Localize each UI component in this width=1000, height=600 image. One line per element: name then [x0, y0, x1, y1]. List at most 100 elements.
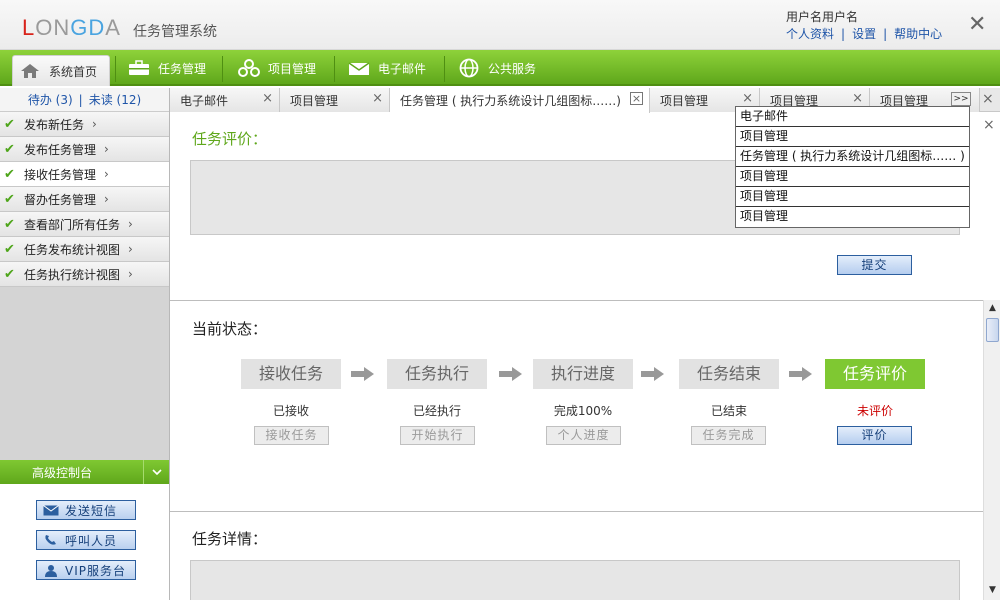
sidebar-counters: 待办 (3) | 未读 (12): [0, 88, 169, 112]
tab-overflow-button[interactable]: >>: [951, 92, 971, 106]
user-icon: [43, 564, 59, 577]
check-icon: ✔: [4, 116, 15, 132]
details-box: [190, 560, 960, 600]
menu-item-received-tasks[interactable]: ✔ 接收任务管理 ›: [0, 162, 169, 187]
tab-close-icon[interactable]: ×: [742, 92, 753, 106]
app-header: LONGDA 任务管理系统 用户名用户名 个人资料 | 设置 | 帮助中心 ✕: [0, 0, 1000, 50]
chevron-right-icon: ›: [92, 117, 97, 131]
arrow-right-icon: [789, 367, 812, 381]
vertical-scrollbar[interactable]: ▲ ▼: [983, 300, 1000, 600]
scroll-up-icon[interactable]: ▲: [986, 302, 999, 315]
username: 用户名用户名: [786, 10, 859, 24]
menu-item-project[interactable]: 项目管理: [736, 207, 969, 227]
receive-task-button: 接收任务: [254, 426, 329, 445]
menu-item-supervised-tasks[interactable]: ✔ 督办任务管理 ›: [0, 187, 169, 212]
step-status-execute: 已经执行: [412, 404, 461, 418]
chevron-right-icon: ›: [128, 267, 133, 281]
arrow-right-icon: [351, 367, 374, 381]
menu-item-publish-stats[interactable]: ✔ 任务发布统计视图 ›: [0, 237, 169, 262]
arrow-right-icon: [499, 367, 522, 381]
step-finish: 任务结束: [679, 359, 779, 389]
menu-item-execution-stats[interactable]: ✔ 任务执行统计视图 ›: [0, 262, 169, 287]
menu-item-published-tasks[interactable]: ✔ 发布任务管理 ›: [0, 137, 169, 162]
task-complete-button: 任务完成: [691, 426, 766, 445]
system-title: 任务管理系统: [133, 24, 217, 40]
menu-item-project[interactable]: 项目管理: [736, 127, 969, 147]
nav-email[interactable]: 电子邮件: [348, 50, 426, 86]
chevron-right-icon: ›: [104, 192, 109, 206]
home-icon: [19, 62, 41, 80]
check-icon: ✔: [4, 241, 15, 257]
evaluate-button[interactable]: 评价: [837, 426, 912, 445]
personal-progress-button: 个人进度: [546, 426, 621, 445]
send-sms-button[interactable]: 发送短信: [36, 500, 136, 520]
check-icon: ✔: [4, 166, 15, 182]
tab-close-icon[interactable]: ×: [372, 92, 383, 106]
call-person-button[interactable]: 呼叫人员: [36, 530, 136, 550]
step-evaluate: 任务评价: [825, 359, 925, 389]
menu-item-project[interactable]: 项目管理: [736, 167, 969, 187]
sidebar: 待办 (3) | 未读 (12) ✔ 发布新任务 › ✔ 发布任务管理 › ✔ 接收任务管…: [0, 88, 170, 600]
start-execution-button: 开始执行: [400, 426, 475, 445]
step-status-evaluate: 未评价: [856, 404, 893, 418]
step-status-receive: 已接收: [272, 404, 309, 418]
status-title: 当前状态：: [192, 320, 268, 338]
arrow-right-icon: [641, 367, 664, 381]
profile-link[interactable]: 个人资料: [786, 27, 834, 41]
chevron-right-icon: ›: [104, 167, 109, 181]
nav-public-services[interactable]: 公共服务: [458, 50, 536, 86]
tab-task-management[interactable]: 任务管理 ( 执行力系统设计几组图标……) ×: [390, 88, 650, 113]
settings-link[interactable]: 设置: [852, 27, 876, 41]
tab-close-icon[interactable]: ×: [852, 92, 863, 106]
tab-email[interactable]: 电子邮件 ×: [170, 88, 280, 112]
unread-link[interactable]: 未读 (12): [89, 91, 141, 108]
logo-letter: D: [88, 15, 106, 40]
step-progress: 执行进度: [533, 359, 633, 389]
chevron-right-icon: ›: [128, 217, 133, 231]
nav-project-management[interactable]: 项目管理: [238, 50, 316, 86]
step-receive: 接收任务: [241, 359, 341, 389]
check-icon: ✔: [4, 141, 15, 157]
main-nav: 系统首页 任务管理 项目管理 电子邮件 公共服务: [0, 50, 1000, 86]
briefcase-icon: [128, 59, 150, 77]
tab-close-icon[interactable]: ×: [630, 92, 643, 105]
todo-link[interactable]: 待办 (3): [28, 91, 73, 108]
chevron-right-icon: ›: [128, 242, 133, 256]
envelope-icon: [43, 504, 59, 516]
user-box: 用户名用户名 个人资料 | 设置 | 帮助中心: [786, 10, 943, 41]
menu-item-department-tasks[interactable]: ✔ 查看部门所有任务 ›: [0, 212, 169, 237]
close-icon[interactable]: ✕: [968, 14, 986, 36]
menu-item-project[interactable]: 项目管理: [736, 187, 969, 207]
menu-item-email[interactable]: 电子邮件: [736, 107, 969, 127]
menu-item-task-management[interactable]: 任务管理 ( 执行力系统设计几组图标…… ): [736, 147, 969, 167]
check-icon: ✔: [4, 216, 15, 232]
advanced-console-panel: 发送短信 呼叫人员 VIP服务台: [0, 484, 169, 600]
chevron-right-icon: ›: [104, 142, 109, 156]
logo: LONGDA: [22, 15, 121, 41]
nav-home[interactable]: 系统首页: [12, 55, 110, 86]
check-icon: ✔: [4, 266, 15, 282]
scroll-down-icon[interactable]: ▼: [986, 584, 999, 597]
tab-project-1[interactable]: 项目管理 ×: [280, 88, 390, 112]
panel-close-icon[interactable]: ×: [983, 117, 995, 133]
tab-overflow-menu: 电子邮件 项目管理 任务管理 ( 执行力系统设计几组图标…… ) 项目管理 项目…: [735, 106, 970, 228]
close-tabs-icon[interactable]: ×: [982, 91, 994, 107]
logo-letter: G: [70, 15, 89, 40]
step-status-finish: 已结束: [710, 404, 747, 418]
chevron-down-icon[interactable]: [143, 460, 169, 484]
logo-letter: ON: [35, 15, 71, 40]
nav-task-management[interactable]: 任务管理: [128, 50, 206, 86]
vip-service-button[interactable]: VIP服务台: [36, 560, 136, 580]
tab-close-icon[interactable]: ×: [262, 92, 273, 106]
details-title: 任务详情：: [192, 530, 268, 548]
step-status-progress: 完成100%: [553, 404, 613, 418]
globe-icon: [458, 58, 480, 78]
menu-item-publish-new-task[interactable]: ✔ 发布新任务 ›: [0, 112, 169, 137]
step-execute: 任务执行: [387, 359, 487, 389]
project-icon: [238, 59, 260, 77]
advanced-console-header: 高级控制台: [0, 460, 169, 484]
help-link[interactable]: 帮助中心: [894, 27, 942, 41]
scroll-thumb[interactable]: [986, 318, 999, 342]
submit-button[interactable]: 提交: [837, 255, 912, 275]
divider: [170, 300, 1000, 301]
